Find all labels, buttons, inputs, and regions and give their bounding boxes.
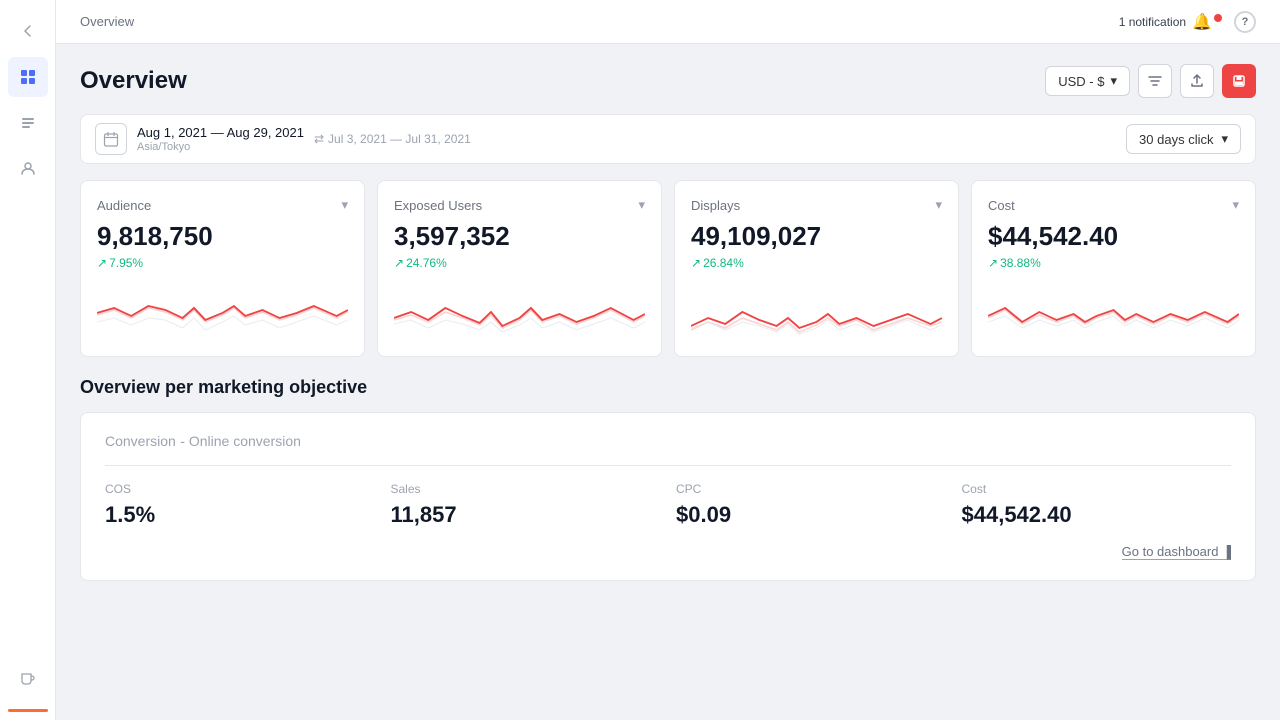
metric-label-displays: Displays [691,198,740,213]
share-button[interactable] [1180,64,1214,98]
notification-bell-icon: 🔔 [1192,12,1212,32]
arrow-up-icon-displays: ↗ [691,256,701,270]
metric-card-exposed: Exposed Users ▾ 3,597,352 ↗ 24.76% [377,180,662,357]
sidebar-bottom-bar [8,709,48,712]
main-area: Overview 1 notification 🔔 ? Overview USD… [56,0,1280,720]
conversion-metrics: COS 1.5% Sales 11,857 CPC $0.09 Cost $44… [105,482,1231,528]
sparkline-area-audience [97,280,348,340]
currency-label: USD - $ [1058,74,1104,89]
compare-arrow-icon: ⇄ [314,132,324,146]
days-filter-chevron-icon: ▾ [1221,131,1228,147]
section-title: Overview per marketing objective [80,377,1256,398]
date-info: Aug 1, 2021 — Aug 29, 2021 Asia/Tokyo [137,125,304,153]
topbar-right: 1 notification 🔔 ? [1119,11,1256,33]
metric-card-audience: Audience ▾ 9,818,750 ↗ 7.95% [80,180,365,357]
metric-header-audience: Audience ▾ [97,197,348,213]
page-title: Overview [80,67,187,95]
metric-card-displays: Displays ▾ 49,109,027 ↗ 26.84% [674,180,959,357]
metric-value-cost: $44,542.40 [988,221,1239,252]
metric-header-exposed: Exposed Users ▾ [394,197,645,213]
conv-value-sales: 11,857 [391,502,661,528]
go-to-dashboard-text: Go to dashboard [1122,544,1219,559]
conv-label-sales: Sales [391,482,661,496]
metric-label-cost: Cost [988,198,1015,213]
metric-value-displays: 49,109,027 [691,221,942,252]
metric-change-cost: ↗ 38.88% [988,256,1239,270]
conversion-subtitle: - Online conversion [180,433,301,449]
metric-label-exposed: Exposed Users [394,198,482,213]
arrow-up-icon-cost: ↗ [988,256,998,270]
notif-dot [1214,14,1222,22]
currency-selector[interactable]: USD - $ ▾ [1045,66,1130,96]
filter-button[interactable] [1138,64,1172,98]
notification-area[interactable]: 1 notification 🔔 [1119,12,1222,32]
bar-chart-icon: ▐ [1222,545,1231,559]
date-range-text: Aug 1, 2021 — Aug 29, 2021 [137,125,304,140]
sidebar-item-home[interactable] [8,57,48,97]
metric-value-audience: 9,818,750 [97,221,348,252]
compare-range-text: Jul 3, 2021 — Jul 31, 2021 [328,132,471,146]
metric-change-audience: ↗ 7.95% [97,256,348,270]
metric-value-exposed: 3,597,352 [394,221,645,252]
sparkline-area-exposed [394,280,645,340]
save-button[interactable] [1222,64,1256,98]
conv-label-cost: Cost [962,482,1232,496]
conversion-footer: Go to dashboard ▐ [105,544,1231,560]
conversion-header: Conversion - Online conversion [105,433,1231,466]
conv-value-cpc: $0.09 [676,502,946,528]
conversion-card: Conversion - Online conversion COS 1.5% … [80,412,1256,581]
arrow-up-icon-exposed: ↗ [394,256,404,270]
notification-text: 1 notification [1119,15,1186,29]
days-filter-selector[interactable]: 30 days click ▾ [1126,124,1241,154]
metric-dropdown-exposed[interactable]: ▾ [638,197,645,213]
conv-metric-cos: COS 1.5% [105,482,375,528]
sidebar [0,0,56,720]
timezone-text: Asia/Tokyo [137,141,304,153]
conv-label-cos: COS [105,482,375,496]
currency-chevron-icon: ▾ [1110,73,1117,89]
metric-header-displays: Displays ▾ [691,197,942,213]
question-mark-icon: ? [1242,16,1249,28]
date-bar: Aug 1, 2021 — Aug 29, 2021 Asia/Tokyo ⇄ … [80,114,1256,164]
metric-change-text-exposed: 24.76% [406,256,447,270]
metric-dropdown-audience[interactable]: ▾ [341,197,348,213]
page-header: Overview USD - $ ▾ [80,64,1256,98]
sidebar-bottom [8,654,48,712]
metric-header-cost: Cost ▾ [988,197,1239,213]
header-actions: USD - $ ▾ [1045,64,1256,98]
sidebar-item-layers[interactable] [8,103,48,143]
arrow-up-icon-audience: ↗ [97,256,107,270]
go-to-dashboard-link[interactable]: Go to dashboard ▐ [1122,544,1231,560]
metric-change-text-cost: 38.88% [1000,256,1041,270]
calendar-icon[interactable] [95,123,127,155]
conv-metric-cost: Cost $44,542.40 [962,482,1232,528]
sparkline-area-displays [691,280,942,340]
metrics-grid: Audience ▾ 9,818,750 ↗ 7.95% [80,180,1256,357]
conv-metric-cpc: CPC $0.09 [676,482,946,528]
breadcrumb: Overview [80,14,134,29]
sidebar-item-coffee[interactable] [8,657,48,697]
sidebar-back[interactable] [8,11,48,51]
metric-dropdown-displays[interactable]: ▾ [935,197,942,213]
conv-label-cpc: CPC [676,482,946,496]
metric-change-exposed: ↗ 24.76% [394,256,645,270]
sparkline-area-cost [988,280,1239,340]
sidebar-item-users[interactable] [8,149,48,189]
conv-metric-sales: Sales 11,857 [391,482,661,528]
metric-change-text-displays: 26.84% [703,256,744,270]
metric-dropdown-cost[interactable]: ▾ [1232,197,1239,213]
metric-label-audience: Audience [97,198,151,213]
conv-value-cos: 1.5% [105,502,375,528]
conv-value-cost: $44,542.40 [962,502,1232,528]
days-filter-label: 30 days click [1139,132,1213,147]
metric-card-cost: Cost ▾ $44,542.40 ↗ 38.88% [971,180,1256,357]
compare-date: ⇄ Jul 3, 2021 — Jul 31, 2021 [314,132,471,146]
help-button[interactable]: ? [1234,11,1256,33]
conversion-title: Conversion [105,433,176,449]
date-left: Aug 1, 2021 — Aug 29, 2021 Asia/Tokyo ⇄ … [95,123,471,155]
metric-change-text-audience: 7.95% [109,256,143,270]
content-area: Overview USD - $ ▾ [56,44,1280,720]
topbar: Overview 1 notification 🔔 ? [56,0,1280,44]
metric-change-displays: ↗ 26.84% [691,256,942,270]
